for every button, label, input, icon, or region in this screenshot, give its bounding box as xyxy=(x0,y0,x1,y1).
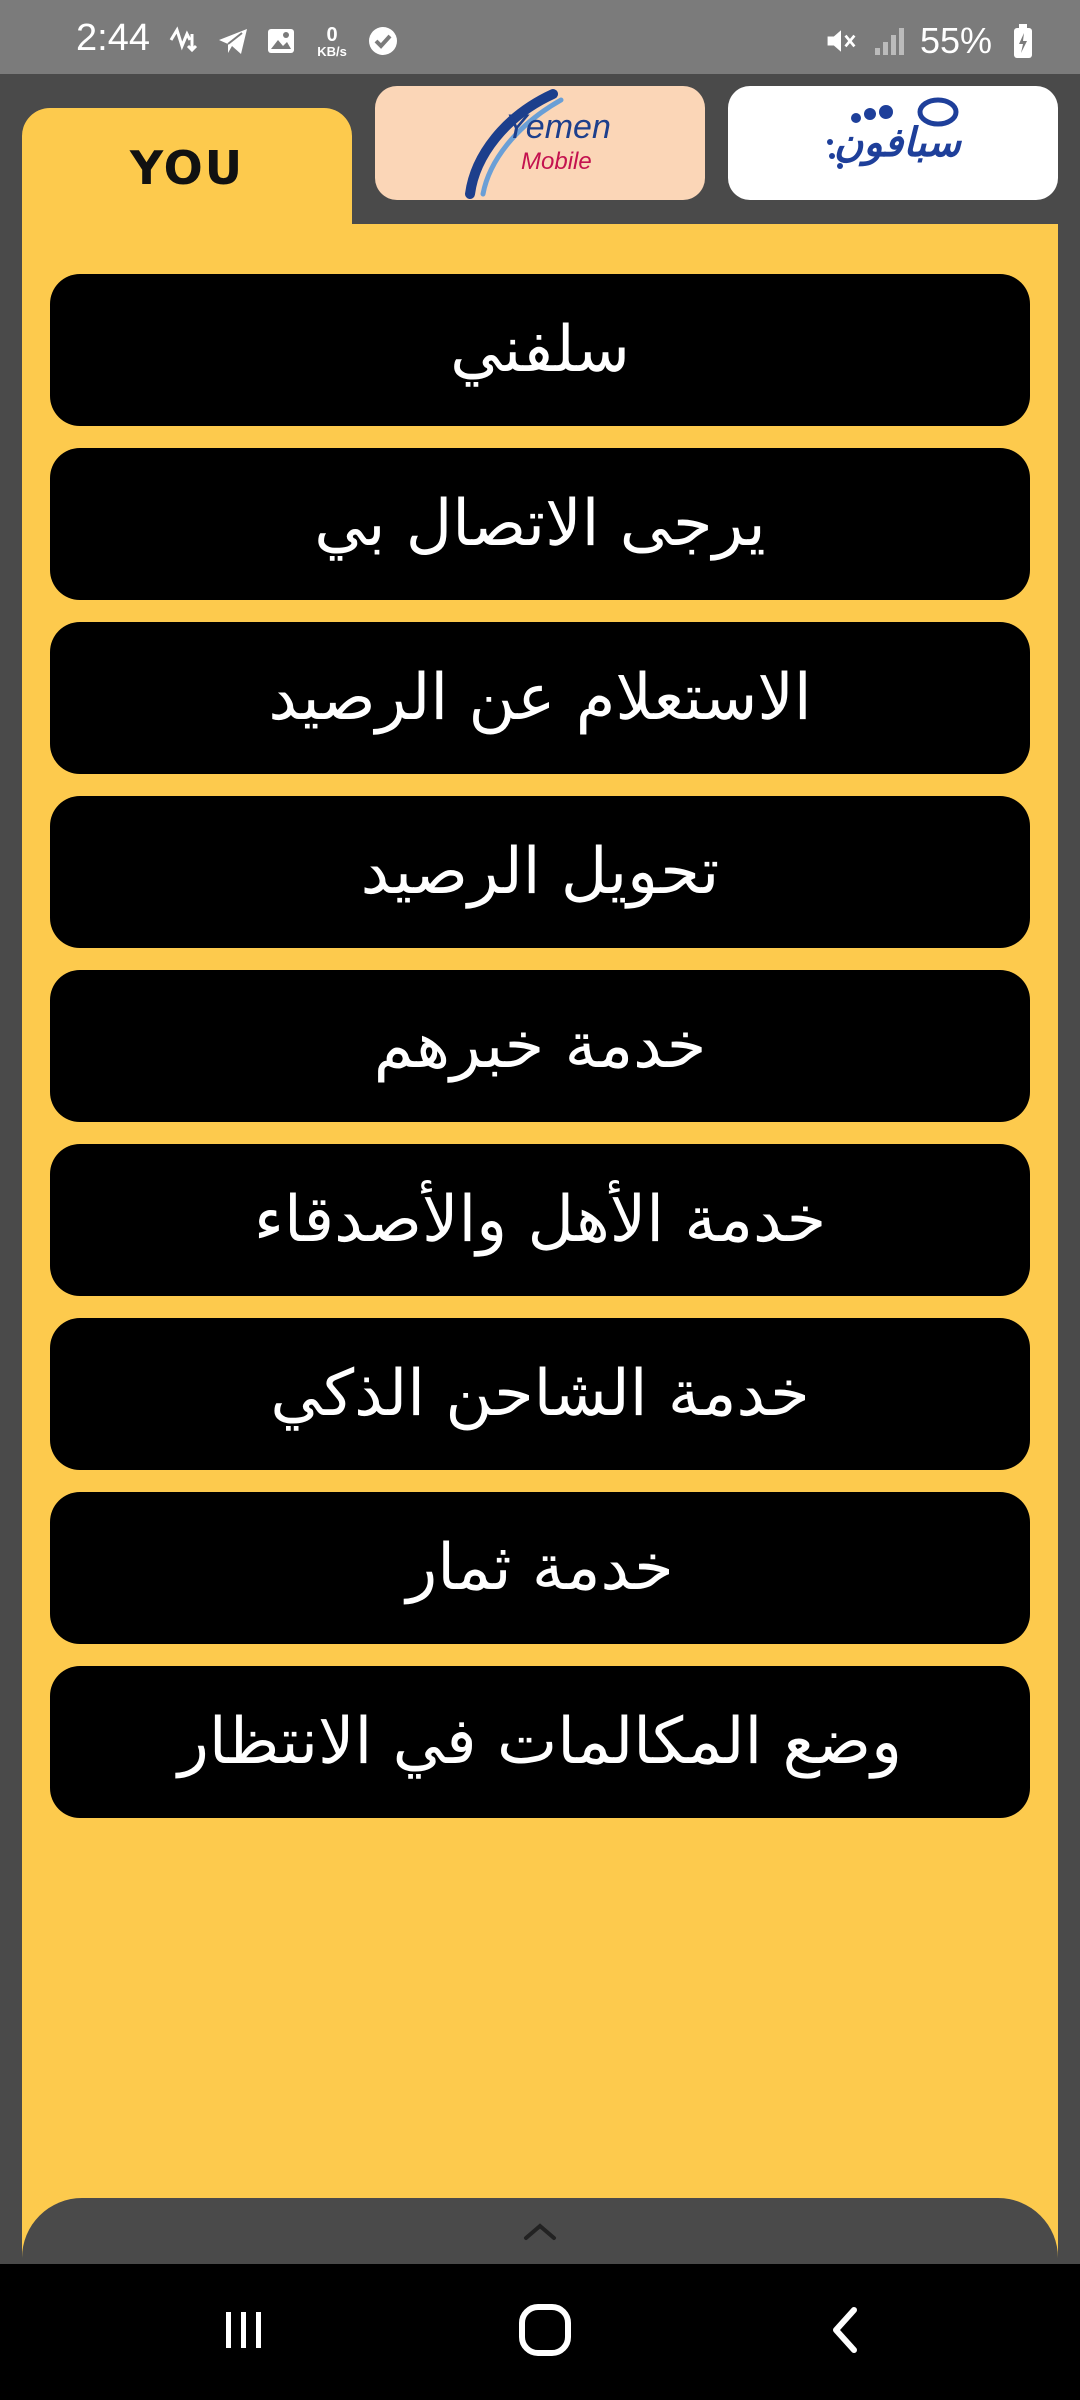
status-time: 2:44 xyxy=(76,17,150,59)
menu-item-thimar-service[interactable]: خدمة ثمار xyxy=(50,1492,1030,1644)
home-button[interactable] xyxy=(505,2292,585,2372)
menu-item-family-friends-service[interactable]: خدمة الأهل والأصدقاء xyxy=(50,1144,1030,1296)
services-panel: سلفني يرجى الاتصال بي الاستعلام عن الرصي… xyxy=(22,224,1058,2264)
sabafon-name: سبافون xyxy=(834,120,961,166)
network-speed-value: 0 xyxy=(326,23,338,46)
app-screen: 2:44 0 KB/s 55% سلفني يرجى الاتصال بي ال… xyxy=(0,0,1080,2400)
menu-item-salefni[interactable]: سلفني xyxy=(50,274,1030,426)
network-speed: 0 KB/s xyxy=(312,22,352,60)
signal-icon xyxy=(872,24,906,58)
status-bar: 2:44 0 KB/s 55% xyxy=(0,0,1080,74)
gallery-icon xyxy=(264,24,298,58)
system-navigation-bar xyxy=(0,2264,1080,2400)
menu-item-balance-inquiry[interactable]: الاستعلام عن الرصيد xyxy=(50,622,1030,774)
tab-yemen-mobile[interactable]: Yemen Mobile xyxy=(375,86,705,200)
menu-item-balance-transfer[interactable]: تحويل الرصيد xyxy=(50,796,1030,948)
yemen-mobile-name: Yemen xyxy=(505,108,611,146)
recent-apps-icon xyxy=(218,2304,270,2360)
network-activity-icon xyxy=(168,24,202,58)
verified-icon xyxy=(366,24,400,58)
menu-item-smart-charger-service[interactable]: خدمة الشاحن الذكي xyxy=(50,1318,1030,1470)
network-speed-unit: KB/s xyxy=(317,43,347,59)
yemen-mobile-sub: Mobile xyxy=(521,148,592,175)
menu-item-khabarhum-service[interactable]: خدمة خبرهم xyxy=(50,970,1030,1122)
battery-charging-icon xyxy=(1006,24,1040,58)
services-list: سلفني يرجى الاتصال بي الاستعلام عن الرصي… xyxy=(50,274,1030,1840)
menu-item-call-waiting[interactable]: وضع المكالمات في الانتظار xyxy=(50,1666,1030,1818)
yemen-mobile-logo: Yemen Mobile xyxy=(375,86,705,200)
back-button[interactable] xyxy=(806,2292,886,2372)
back-icon xyxy=(820,2304,872,2360)
tab-you-label: YOU xyxy=(129,141,245,195)
mute-icon xyxy=(824,24,858,58)
menu-item-call-me[interactable]: يرجى الاتصال بي xyxy=(50,448,1030,600)
battery-percent: 55% xyxy=(919,20,992,61)
status-notification-icons: 0 KB/s xyxy=(168,22,400,60)
chevron-up-icon xyxy=(520,2198,560,2248)
telegram-icon xyxy=(216,24,250,58)
tab-you[interactable]: YOU xyxy=(22,108,352,228)
sabafon-logo: سبافون xyxy=(728,86,1058,200)
status-system-icons: 55% xyxy=(824,20,1040,62)
bottom-sheet-handle[interactable] xyxy=(22,2198,1058,2264)
recent-apps-button[interactable] xyxy=(204,2292,284,2372)
home-icon xyxy=(515,2300,575,2364)
tab-sabafon[interactable]: سبافون xyxy=(728,86,1058,200)
